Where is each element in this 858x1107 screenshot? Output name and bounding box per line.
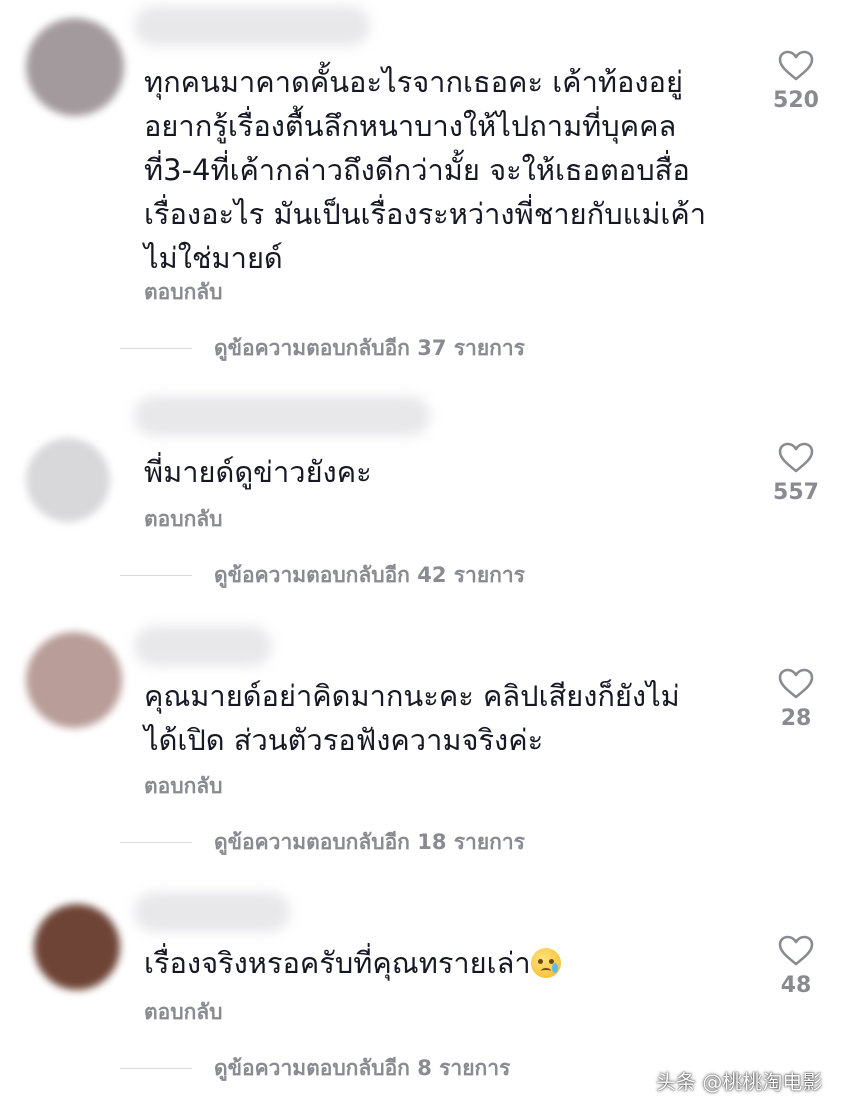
reply-button[interactable]: ตอบกลับ	[144, 503, 223, 536]
divider-line	[120, 841, 192, 843]
like-button[interactable]: 48	[762, 935, 830, 998]
comment-text: ทุกคนมาคาดคั้นอะไรจากเธอคะ เค้าท้องอยู่ …	[144, 65, 707, 275]
avatar[interactable]	[34, 904, 120, 990]
reply-button[interactable]: ตอบกลับ	[144, 770, 223, 803]
watermark: 头条 @桃桃淘电影	[656, 1070, 823, 1094]
like-count: 48	[780, 973, 812, 998]
like-count: 28	[780, 706, 812, 731]
username-blurred[interactable]	[134, 892, 290, 932]
view-replies-label: ดูข้อความตอบกลับอีก 8 รายการ	[214, 1055, 511, 1080]
like-button[interactable]: 557	[762, 442, 830, 505]
comment-text: เรื่องจริงหรอครับที่คุณทรายเล่า	[144, 941, 744, 985]
username-blurred[interactable]	[134, 6, 370, 46]
heart-outline-icon	[778, 50, 814, 81]
view-replies-button[interactable]: ดูข้อความตอบกลับอีก 8 รายการ	[120, 1053, 510, 1083]
like-count: 557	[773, 480, 819, 505]
view-replies-label: ดูข้อความตอบกลับอีก 37 รายการ	[214, 335, 525, 360]
like-count: 520	[773, 88, 819, 113]
username-blurred[interactable]	[134, 396, 430, 436]
comment-text: พี่มายด์ดูข่าวยังคะ	[144, 455, 372, 489]
divider-line	[120, 1067, 192, 1069]
heart-outline-icon	[778, 668, 814, 699]
divider-line	[120, 574, 192, 576]
like-button[interactable]: 520	[762, 50, 830, 113]
reply-button[interactable]: ตอบกลับ	[144, 276, 223, 309]
view-replies-button[interactable]: ดูข้อความตอบกลับอีก 42 รายการ	[120, 560, 525, 590]
username-blurred[interactable]	[134, 626, 272, 666]
reply-button[interactable]: ตอบกลับ	[144, 996, 223, 1029]
like-button[interactable]: 28	[762, 668, 830, 731]
avatar[interactable]	[26, 632, 122, 728]
crying-face-emoji	[530, 948, 561, 978]
view-replies-button[interactable]: ดูข้อความตอบกลับอีก 37 รายการ	[120, 333, 525, 363]
heart-outline-icon	[778, 935, 814, 966]
avatar[interactable]	[26, 438, 110, 522]
comment-text: คุณมายด์อย่าคิดมากนะคะ คลิปเสียงก็ยังไม่…	[144, 679, 680, 757]
comment-text-body: เรื่องจริงหรอครับที่คุณทรายเล่า	[144, 946, 531, 980]
heart-outline-icon	[778, 442, 814, 473]
view-replies-button[interactable]: ดูข้อความตอบกลับอีก 18 รายการ	[120, 827, 525, 857]
avatar[interactable]	[26, 18, 124, 116]
view-replies-label: ดูข้อความตอบกลับอีก 42 รายการ	[214, 562, 525, 587]
view-replies-label: ดูข้อความตอบกลับอีก 18 รายการ	[214, 829, 525, 854]
divider-line	[120, 347, 192, 349]
